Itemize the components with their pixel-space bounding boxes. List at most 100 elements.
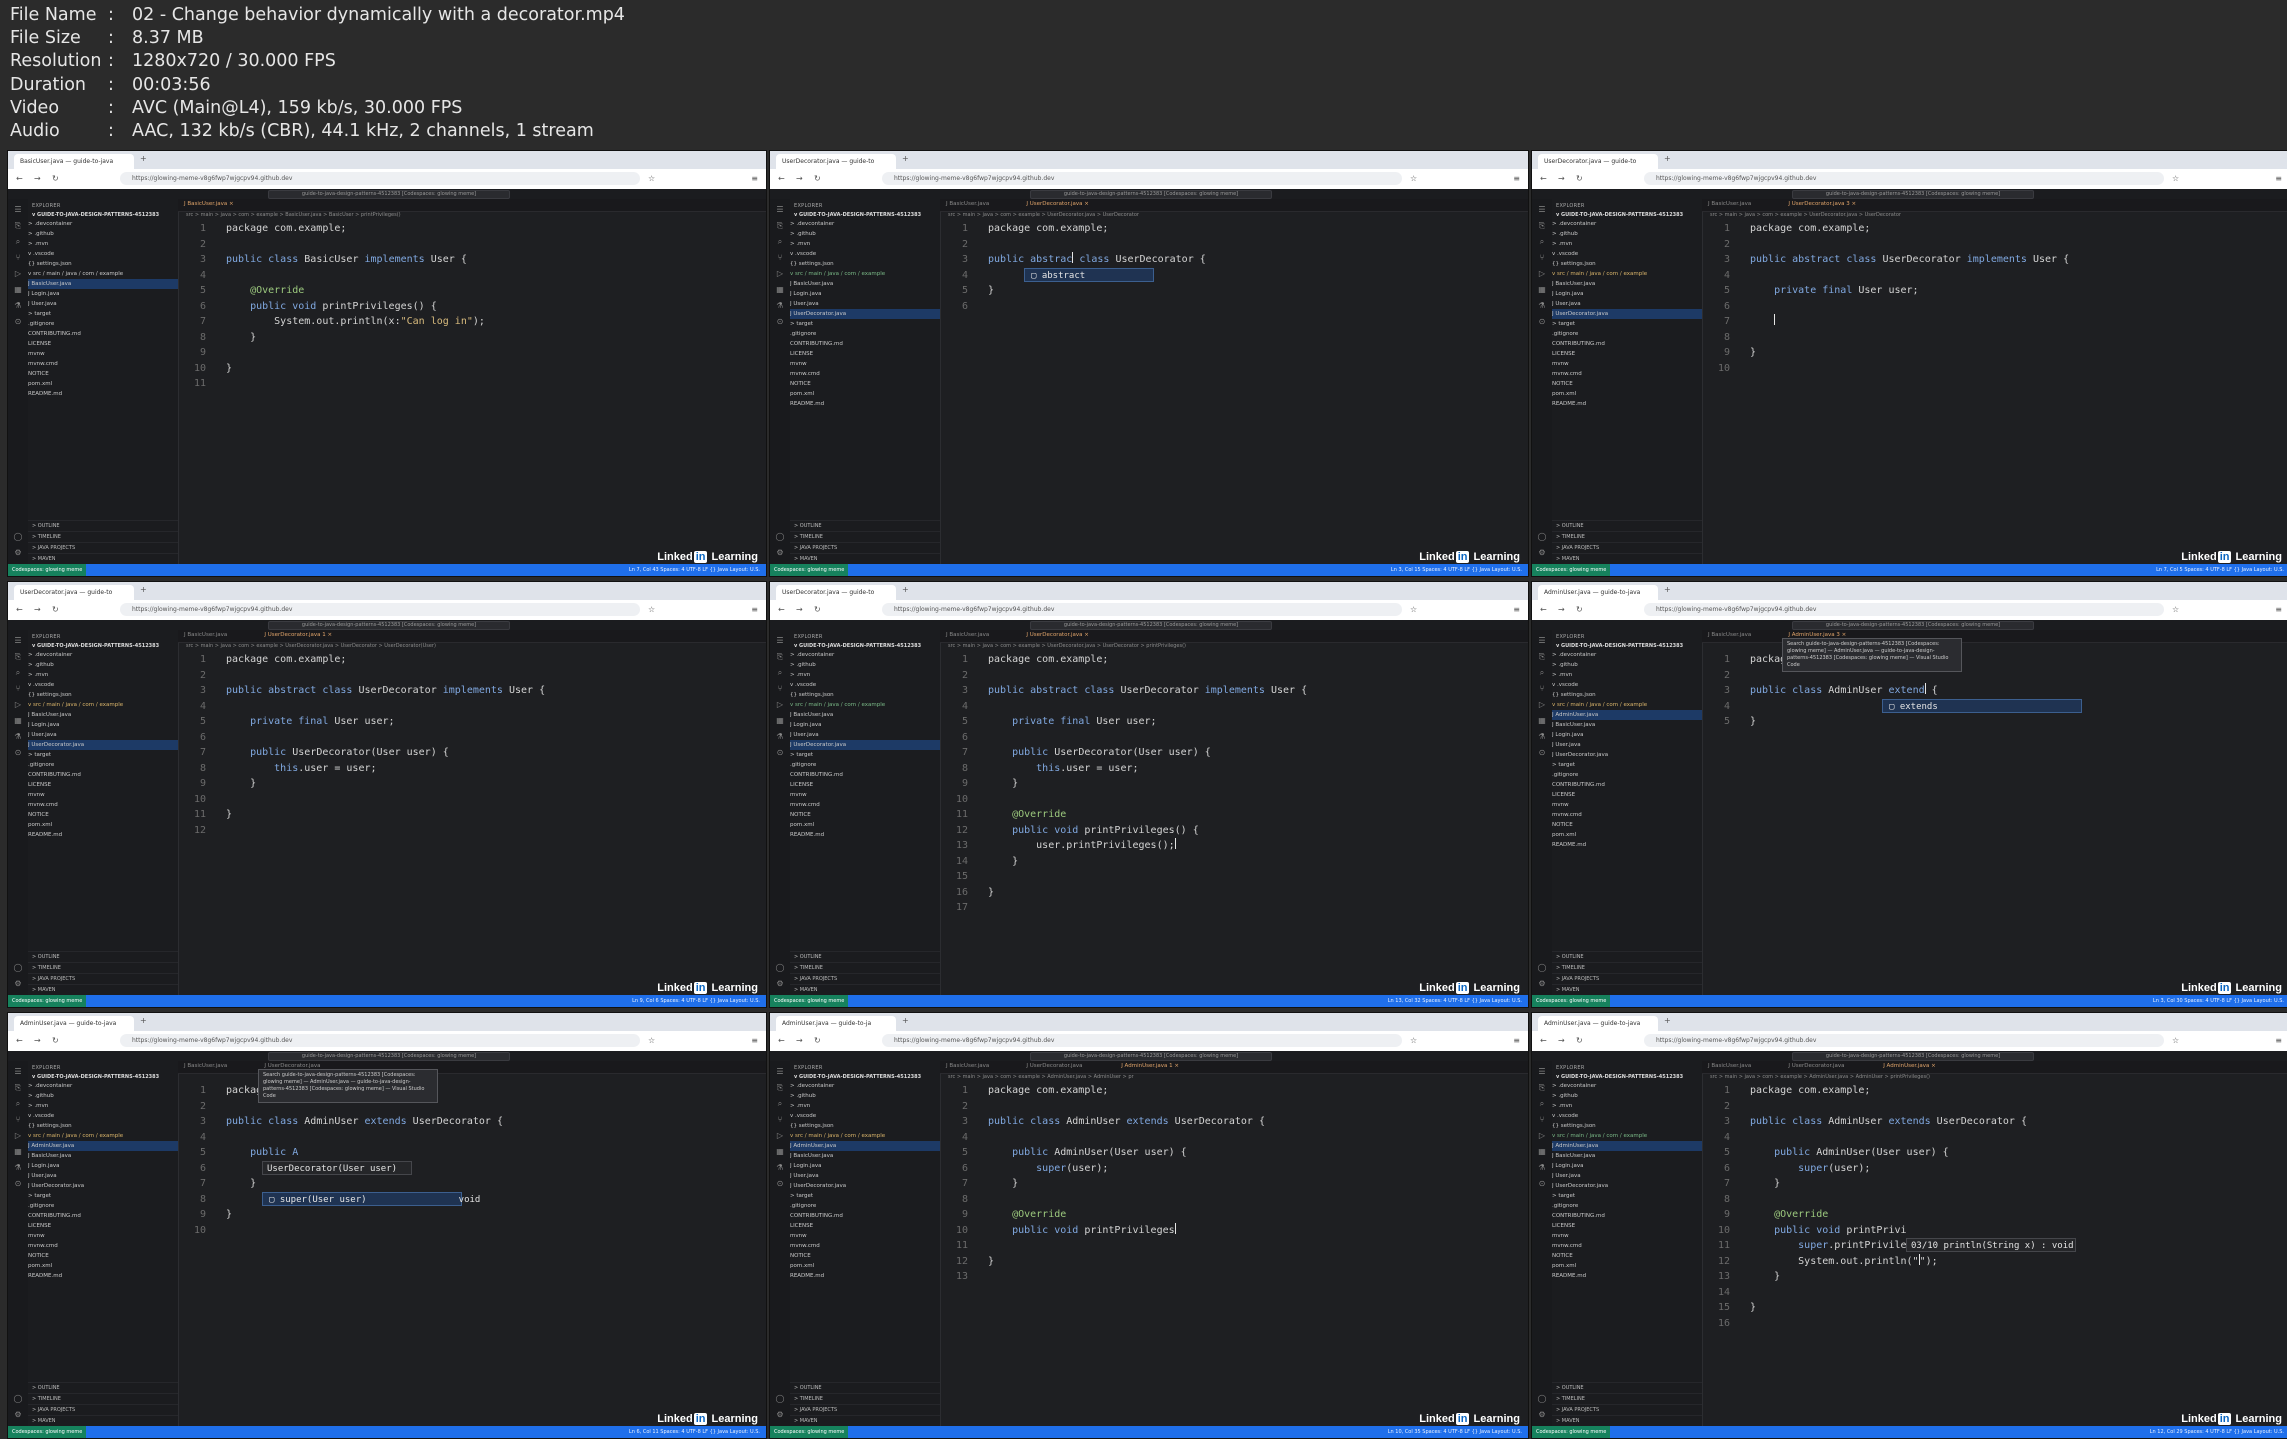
codespace-indicator[interactable]: Codespaces: glowing meme	[770, 1426, 849, 1438]
file-tree-item[interactable]: J BasicUser.java	[790, 279, 940, 289]
bookmark-star-icon[interactable]: ☆	[648, 174, 655, 183]
url-field[interactable]: https://glowing-meme-v8g6fwp7wjgcpv94.gi…	[1644, 603, 2164, 616]
file-tree-item[interactable]: J BasicUser.java	[28, 710, 178, 720]
code-editor[interactable]: 1 package com.example; 2 3 public class Basi…	[186, 221, 758, 562]
search-icon[interactable]: ⌕	[13, 668, 23, 678]
run-debug-icon[interactable]: ▷	[775, 700, 785, 710]
sidebar-section[interactable]: > MAVEN	[28, 1415, 178, 1426]
file-tree-item[interactable]: LICENSE	[790, 349, 940, 359]
editor-tab[interactable]: J BasicUser.java ×	[184, 201, 234, 207]
editor-tab[interactable]: J AdminUser.java 1 ×	[1121, 1063, 1179, 1069]
file-tree-item[interactable]: v .vscode	[1552, 1111, 1702, 1121]
url-field[interactable]: https://glowing-meme-v8g6fwp7wjgcpv94.gi…	[120, 603, 640, 616]
extensions-icon[interactable]: ▦	[1537, 1147, 1547, 1157]
file-tree-item[interactable]: > .mvn	[1552, 239, 1702, 249]
file-tree-item[interactable]: v src / main / java / com / example	[790, 1131, 940, 1141]
url-field[interactable]: https://glowing-meme-v8g6fwp7wjgcpv94.gi…	[882, 172, 1402, 185]
codespace-indicator[interactable]: Codespaces: glowing meme	[8, 995, 87, 1007]
file-tree-item[interactable]: J Login.java	[790, 1161, 940, 1171]
account-icon[interactable]: ◯	[775, 532, 785, 542]
project-folder[interactable]: v GUIDE-TO-JAVA-DESIGN-PATTERNS-4512383	[1552, 640, 1702, 650]
sidebar-section[interactable]: > MAVEN	[1552, 984, 1702, 995]
sidebar-section[interactable]: > TIMELINE	[1552, 962, 1702, 973]
codespace-indicator[interactable]: Codespaces: glowing meme	[1532, 995, 1611, 1007]
file-tree-item[interactable]: J AdminUser.java	[790, 1141, 940, 1151]
file-tree-item[interactable]: J User.java	[790, 730, 940, 740]
file-tree-item[interactable]: README.md	[28, 830, 178, 840]
reload-icon[interactable]: ↻	[1576, 1036, 1583, 1045]
file-tree-item[interactable]: pom.xml	[790, 820, 940, 830]
file-tree-item[interactable]: pom.xml	[790, 389, 940, 399]
file-tree-item[interactable]: mvnw	[28, 349, 178, 359]
new-tab-icon[interactable]: +	[140, 154, 147, 163]
file-tree-item[interactable]: {} settings.json	[790, 690, 940, 700]
extensions-icon[interactable]: ▦	[13, 716, 23, 726]
file-tree-item[interactable]: .gitignore	[28, 1201, 178, 1211]
browser-menu-icon[interactable]: ≡	[1513, 174, 1520, 183]
new-tab-icon[interactable]: +	[902, 1016, 909, 1025]
file-tree-item[interactable]: > target	[1552, 1191, 1702, 1201]
remote-icon[interactable]: ⊙	[1537, 317, 1547, 327]
editor-tab[interactable]: J BasicUser.java	[184, 1063, 227, 1069]
file-tree-item[interactable]: J BasicUser.java	[28, 279, 178, 289]
new-tab-icon[interactable]: +	[140, 585, 147, 594]
file-tree-item[interactable]: J BasicUser.java	[1552, 1151, 1702, 1161]
sidebar-section[interactable]: > OUTLINE	[790, 520, 940, 531]
file-tree-item[interactable]: > .mvn	[28, 1101, 178, 1111]
file-tree-item[interactable]: pom.xml	[1552, 1261, 1702, 1271]
file-tree-item[interactable]: LICENSE	[790, 1221, 940, 1231]
project-folder[interactable]: v GUIDE-TO-JAVA-DESIGN-PATTERNS-4512383	[790, 640, 940, 650]
file-tree-item[interactable]: v .vscode	[28, 680, 178, 690]
command-center[interactable]: guide-to-java-design-patterns-4512383 [C…	[1030, 1052, 1272, 1061]
menu-icon[interactable]: ☰	[1537, 205, 1547, 215]
file-tree-item[interactable]: > .mvn	[28, 670, 178, 680]
reload-icon[interactable]: ↻	[1576, 174, 1583, 183]
file-tree-item[interactable]: .gitignore	[28, 760, 178, 770]
browser-menu-icon[interactable]: ≡	[1513, 605, 1520, 614]
remote-icon[interactable]: ⊙	[13, 317, 23, 327]
file-tree-item[interactable]: J BasicUser.java	[1552, 279, 1702, 289]
extensions-icon[interactable]: ▦	[775, 1147, 785, 1157]
menu-icon[interactable]: ☰	[1537, 1067, 1547, 1077]
back-icon[interactable]: ←	[778, 1036, 785, 1045]
file-tree-item[interactable]: README.md	[790, 399, 940, 409]
file-tree-item[interactable]: J Login.java	[1552, 730, 1702, 740]
explorer-icon[interactable]: ⎘	[13, 221, 23, 231]
new-tab-icon[interactable]: +	[1664, 154, 1671, 163]
file-tree-item[interactable]: > .mvn	[1552, 1101, 1702, 1111]
extensions-icon[interactable]: ▦	[13, 1147, 23, 1157]
forward-icon[interactable]: →	[34, 1036, 41, 1045]
project-folder[interactable]: v GUIDE-TO-JAVA-DESIGN-PATTERNS-4512383	[790, 209, 940, 219]
breadcrumb[interactable]: src > main > java > com > example > User…	[1710, 212, 1901, 218]
codespace-indicator[interactable]: Codespaces: glowing meme	[770, 995, 849, 1007]
codespace-indicator[interactable]: Codespaces: glowing meme	[1532, 1426, 1611, 1438]
code-editor[interactable]: 1 package com.example; 2 3 public abstract c…	[948, 652, 1520, 993]
file-tree-item[interactable]: {} settings.json	[28, 1121, 178, 1131]
project-folder[interactable]: v GUIDE-TO-JAVA-DESIGN-PATTERNS-4512383	[28, 640, 178, 650]
command-center[interactable]: guide-to-java-design-patterns-4512383 [C…	[1792, 621, 2034, 630]
extensions-icon[interactable]: ▦	[1537, 716, 1547, 726]
source-control-icon[interactable]: ⑂	[1537, 684, 1547, 694]
code-editor[interactable]: 1 package com.example; 2 3 public class Admi…	[948, 1083, 1520, 1424]
sidebar-section[interactable]: > JAVA PROJECTS	[1552, 542, 1702, 553]
file-tree-item[interactable]: LICENSE	[1552, 790, 1702, 800]
forward-icon[interactable]: →	[796, 1036, 803, 1045]
file-tree-item[interactable]: > .github	[790, 1091, 940, 1101]
browser-menu-icon[interactable]: ≡	[751, 174, 758, 183]
file-tree-item[interactable]: > .mvn	[1552, 670, 1702, 680]
browser-tab[interactable]: AdminUser.java — guide-to-java	[14, 1016, 134, 1031]
file-tree-item[interactable]: J UserDecorator.java	[28, 740, 178, 750]
file-tree-item[interactable]: .gitignore	[790, 760, 940, 770]
editor-tab[interactable]: J UserDecorator.java 3 ×	[1788, 201, 1856, 207]
search-icon[interactable]: ⌕	[775, 237, 785, 247]
file-tree-item[interactable]: > .devcontainer	[790, 219, 940, 229]
sidebar-section[interactable]: > TIMELINE	[790, 531, 940, 542]
file-tree-item[interactable]: J UserDecorator.java	[1552, 309, 1702, 319]
command-center[interactable]: guide-to-java-design-patterns-4512383 [C…	[268, 621, 510, 630]
sidebar-section[interactable]: > TIMELINE	[28, 531, 178, 542]
file-tree-item[interactable]: .gitignore	[1552, 1201, 1702, 1211]
file-tree-item[interactable]: J UserDecorator.java	[790, 1181, 940, 1191]
menu-icon[interactable]: ☰	[13, 1067, 23, 1077]
file-tree-item[interactable]: README.md	[1552, 399, 1702, 409]
file-tree-item[interactable]: > .devcontainer	[28, 1081, 178, 1091]
